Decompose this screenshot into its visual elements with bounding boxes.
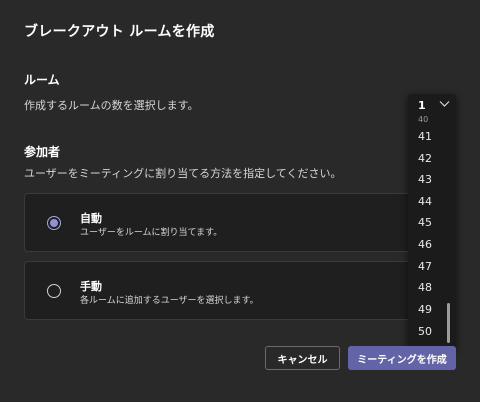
option-automatic-title: 自動 bbox=[80, 212, 102, 225]
chevron-down-icon bbox=[439, 101, 450, 107]
dropdown-item[interactable]: 46 bbox=[418, 238, 432, 251]
dropdown-item[interactable]: 47 bbox=[418, 260, 432, 273]
participants-description: ユーザーをミーティングに割り当てる方法を指定してください。 bbox=[24, 167, 342, 180]
dropdown-item[interactable]: 43 bbox=[418, 173, 432, 186]
radio-automatic[interactable] bbox=[47, 215, 61, 230]
dialog-title: ブレークアウト ルームを作成 bbox=[24, 24, 215, 40]
cancel-button[interactable]: キャンセル bbox=[265, 346, 340, 370]
option-manual-title: 手動 bbox=[80, 280, 102, 293]
dropdown-selected[interactable]: 1 bbox=[408, 94, 456, 116]
dropdown-item[interactable]: 44 bbox=[418, 195, 432, 208]
create-meeting-button[interactable]: ミーティングを作成 bbox=[348, 346, 456, 370]
option-card-automatic[interactable]: 自動 ユーザーをルームに割り当てます。 bbox=[24, 193, 456, 252]
dropdown-item[interactable]: 41 bbox=[418, 130, 432, 143]
dropdown-item[interactable]: 42 bbox=[418, 152, 432, 165]
rooms-description: 作成するルームの数を選択します。 bbox=[24, 99, 199, 112]
dropdown-item[interactable]: 45 bbox=[418, 216, 432, 229]
option-automatic-description: ユーザーをルームに割り当てます。 bbox=[80, 228, 223, 238]
dropdown-scrollbar[interactable] bbox=[447, 303, 450, 343]
option-card-manual[interactable]: 手動 各ルームに追加するユーザーを選択します。 bbox=[24, 261, 456, 320]
dropdown-item[interactable]: 49 bbox=[418, 303, 432, 316]
dropdown-item[interactable]: 40 bbox=[418, 115, 428, 124]
dropdown-item[interactable]: 48 bbox=[418, 281, 432, 294]
dropdown-selected-value: 1 bbox=[418, 99, 426, 112]
participants-label: 参加者 bbox=[24, 145, 61, 159]
option-manual-description: 各ルームに追加するユーザーを選択します。 bbox=[80, 296, 259, 306]
dropdown-item[interactable]: 50 bbox=[418, 325, 432, 338]
rooms-label: ルーム bbox=[24, 73, 60, 87]
radio-manual[interactable] bbox=[47, 283, 61, 298]
